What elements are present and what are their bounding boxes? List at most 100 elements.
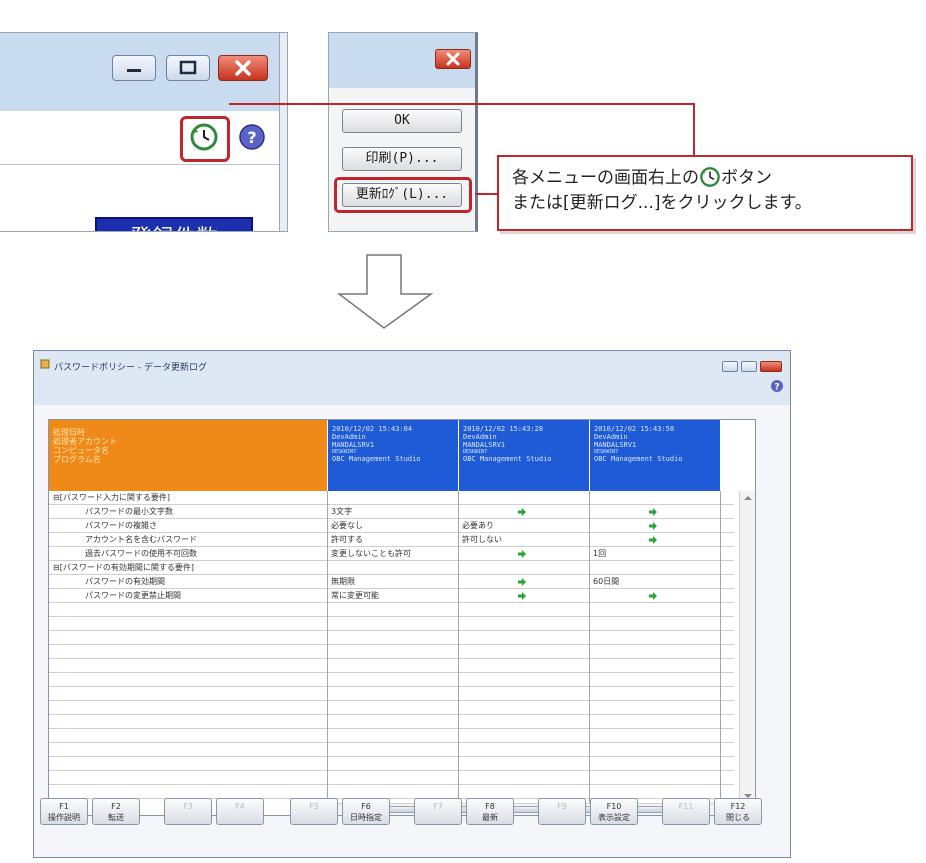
right-arrow-icon <box>518 508 526 516</box>
function-key-code: F5 <box>309 802 319 811</box>
function-key-label: 転送 <box>108 813 124 822</box>
setting-value: 必要あり <box>458 519 589 533</box>
function-key-label: 閉じる <box>726 813 750 822</box>
function-key-code: F4 <box>235 802 245 811</box>
table-row <box>49 673 734 687</box>
column-divider <box>458 491 459 815</box>
table-row <box>49 603 734 617</box>
log-account: DevAdmin <box>332 433 366 441</box>
function-key-f11[interactable]: F11 <box>662 798 710 825</box>
log-column-header[interactable]: 2010/12/02 15:43:58 DevAdmin MANDALSRV1 … <box>589 420 720 491</box>
table-row <box>49 645 734 659</box>
unchanged-arrow-icon <box>589 589 720 603</box>
table-row: パスワードの最小文字数 3文字 <box>49 505 734 519</box>
maximize-button[interactable] <box>741 361 757 372</box>
log-column-header[interactable]: 2010/12/02 15:43:28 DevAdmin MANDALSRV1 … <box>458 420 589 491</box>
function-key-f7[interactable]: F7 <box>414 798 462 825</box>
svg-text:?: ? <box>774 383 779 393</box>
function-key-f2[interactable]: F2 転送 <box>92 798 140 825</box>
setting-value: 必要なし <box>327 519 458 533</box>
function-key-code: F2 <box>111 802 121 811</box>
function-key-code: F9 <box>557 802 567 811</box>
table-row: パスワードの複雑さ 必要なし 必要あり <box>49 519 734 533</box>
maximize-icon <box>179 60 197 75</box>
update-log-clock-icon[interactable] <box>190 123 218 151</box>
log-grid: 処理日時 処理者アカウント コンピュータ名 プログラム名 2010/12/02 … <box>48 419 756 816</box>
callout-line-2: または[更新ログ...]をクリックします。 <box>512 193 812 213</box>
help-icon[interactable]: ? <box>770 379 784 393</box>
function-key-f3[interactable]: F3 <box>164 798 212 825</box>
table-row <box>49 715 734 729</box>
table-row: パスワードの変更禁止期間 常に変更可能 <box>49 589 734 603</box>
right-arrow-icon <box>649 592 657 600</box>
setting-value: 常に変更可能 <box>327 589 458 603</box>
toolbar-divider <box>0 164 287 165</box>
table-row <box>49 617 734 631</box>
function-key-f4[interactable]: F4 <box>216 798 264 825</box>
setting-value <box>458 561 589 575</box>
unchanged-arrow-icon <box>589 505 720 519</box>
registered-count-label: 登録件数 <box>95 217 253 231</box>
function-key-code: F11 <box>678 802 694 811</box>
log-datetime: 2010/12/02 15:43:04 <box>332 425 413 433</box>
minimize-button[interactable] <box>722 361 738 372</box>
horizontal-scroll-thumb[interactable] <box>343 806 703 813</box>
log-program: OBC Management Studio <box>463 455 552 463</box>
table-row <box>49 771 734 785</box>
log-datetime: 2010/12/02 15:43:28 <box>463 425 544 433</box>
close-button[interactable] <box>760 361 782 372</box>
unchanged-arrow-icon <box>458 589 589 603</box>
column-divider <box>327 491 328 815</box>
log-server: MANDALSRV1 <box>332 441 375 449</box>
setting-value <box>589 561 720 575</box>
setting-value: 許可しない <box>458 533 589 547</box>
table-row <box>49 701 734 715</box>
function-key-f5[interactable]: F5 <box>290 798 338 825</box>
update-log-button[interactable]: 更新ﾛｸﾞ(L)... <box>342 183 462 207</box>
update-log-window: パスワードポリシー - データ更新ログ ? 処理日時 処理者アカウント コンピュ… <box>33 350 791 858</box>
log-column-header[interactable]: 2010/12/02 15:43:04 DevAdmin MANDALSRV1 … <box>327 420 458 491</box>
setting-value <box>458 491 589 505</box>
table-row: ⊟[パスワードの有効期間に関する要件] <box>49 561 734 575</box>
function-key-f9[interactable]: F9 <box>538 798 586 825</box>
vertical-scrollbar[interactable] <box>739 491 755 803</box>
table-row <box>49 743 734 757</box>
scroll-up-icon[interactable] <box>741 493 755 503</box>
log-account: DevAdmin <box>594 433 628 441</box>
unchanged-arrow-icon <box>589 533 720 547</box>
window-title: パスワードポリシー - データ更新ログ <box>54 363 207 373</box>
print-button[interactable]: 印刷(P)... <box>342 147 462 171</box>
minimize-button[interactable] <box>112 55 156 81</box>
function-key-code: F6 <box>361 802 371 811</box>
setting-label: パスワードの有効期間 <box>85 577 165 586</box>
function-key-code: F1 <box>59 802 69 811</box>
header-label-cell: 処理日時 処理者アカウント コンピュータ名 プログラム名 <box>49 420 327 491</box>
function-key-f1[interactable]: F1 操作説明 <box>40 798 88 825</box>
instruction-callout: 各メニューの画面右上の ボタン または[更新ログ...]をクリックします。 <box>497 155 913 231</box>
function-key-f8[interactable]: F8 最新 <box>466 798 514 825</box>
update-log-clock-icon <box>700 167 720 187</box>
group-label[interactable]: ⊟[パスワードの有効期間に関する要件] <box>49 561 327 575</box>
function-key-label: 日時指定 <box>350 813 382 822</box>
right-arrow-icon <box>518 578 526 586</box>
ok-button[interactable]: OK <box>342 109 462 133</box>
unchanged-arrow-icon <box>458 547 589 561</box>
maximize-button[interactable] <box>166 55 210 81</box>
table-row: 過去パスワードの使用不可回数 変更しないことも許可 1回 <box>49 547 734 561</box>
group-label[interactable]: ⊟[パスワード入力に関する要件] <box>49 491 327 505</box>
help-icon[interactable]: ? <box>238 123 266 151</box>
close-button[interactable] <box>218 55 268 81</box>
function-key-f6[interactable]: F6 日時指定 <box>342 798 390 825</box>
log-datetime: 2010/12/02 15:43:58 <box>594 425 675 433</box>
app-icon <box>40 359 50 369</box>
function-key-f12[interactable]: F12 閉じる <box>714 798 762 825</box>
setting-value: 許可する <box>327 533 458 547</box>
dialog-close-button[interactable] <box>435 49 471 69</box>
callout-text-after: ボタン <box>721 168 772 188</box>
callout-line-1: 各メニューの画面右上の ボタン <box>512 166 903 191</box>
log-account: DevAdmin <box>463 433 497 441</box>
header-label: 処理者アカウント <box>53 437 117 446</box>
function-key-f10[interactable]: F10 表示設定 <box>590 798 638 825</box>
setting-value <box>589 491 720 505</box>
setting-value: 60日間 <box>589 575 720 589</box>
